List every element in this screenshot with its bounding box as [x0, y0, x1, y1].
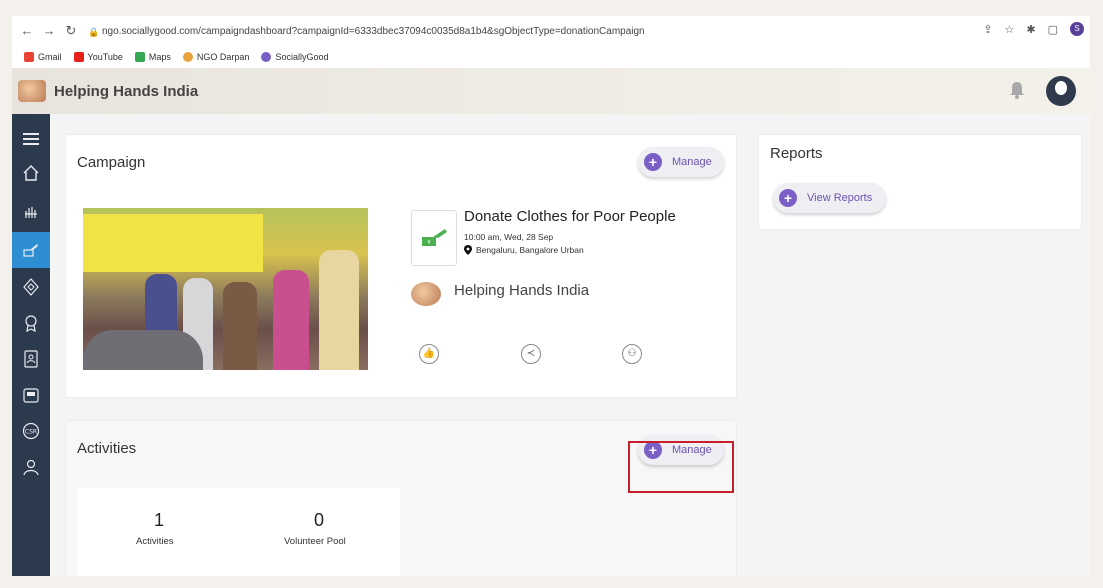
campaign-photo — [83, 208, 368, 370]
notification-bell-icon[interactable] — [1008, 80, 1026, 100]
app-header: Helping Hands India — [12, 68, 1090, 114]
manage-label: Manage — [672, 156, 712, 168]
csr-icon[interactable]: CSR — [12, 416, 50, 446]
volunteer-pool-count: 0 — [314, 510, 325, 530]
ngo-darpan-icon — [182, 52, 193, 62]
photo-person — [273, 270, 309, 370]
sidebar: CSR — [12, 114, 50, 576]
gmail-icon — [24, 52, 34, 62]
campaign-heading: Campaign — [77, 154, 146, 171]
browser-actions: ⇪ ☆ ✱ ▢ S — [983, 22, 1084, 36]
bookmark-youtube[interactable]: YouTube — [73, 52, 123, 62]
star-icon[interactable]: ☆ — [1005, 23, 1015, 36]
bookmark-ngo-darpan[interactable]: NGO Darpan — [182, 52, 250, 62]
plus-icon: + — [644, 153, 662, 171]
svg-text:CSR: CSR — [25, 429, 37, 436]
bookmark-label: NGO Darpan — [196, 52, 250, 62]
ngo-icon[interactable] — [12, 380, 50, 410]
lock-icon: 🔒 — [88, 27, 100, 37]
event-details: ₹ Donate Clothes for Poor People 10:00 a… — [411, 198, 721, 376]
forward-icon[interactable]: → — [42, 24, 56, 38]
svg-text:₹: ₹ — [427, 240, 430, 246]
location-pin-icon — [464, 245, 472, 255]
view-reports-label: View Reports — [807, 192, 873, 204]
bookmark-maps[interactable]: Maps — [134, 52, 171, 62]
donation-campaign-icon[interactable] — [12, 232, 50, 268]
bookmark-label: SociallyGood — [275, 52, 329, 62]
back-icon[interactable]: ← — [20, 24, 34, 38]
bookmark-label: YouTube — [87, 52, 123, 62]
award-icon[interactable] — [12, 308, 50, 338]
browser-window: ← → ↻ 🔒 ngo.sociallygood.com/campaigndas… — [12, 16, 1090, 576]
people-icon[interactable] — [12, 452, 50, 482]
bookmarks-bar: Gmail YouTube Maps NGO Darpan SociallyGo… — [12, 46, 1090, 68]
profile-avatar[interactable]: S — [1070, 22, 1084, 36]
ngo-logo — [18, 80, 46, 102]
reports-heading: Reports — [770, 145, 823, 162]
youtube-icon — [73, 52, 84, 62]
activities-stats: 1 Activities 0 Volunteer Pool — [78, 488, 400, 576]
plus-icon: + — [779, 189, 797, 207]
sidepanel-icon[interactable]: ▢ — [1048, 23, 1058, 36]
org-logo — [411, 282, 441, 306]
badge-icon[interactable] — [12, 272, 50, 302]
hands-icon[interactable] — [12, 196, 50, 226]
sociallygood-icon — [261, 52, 272, 62]
view-reports-button[interactable]: + View Reports — [773, 183, 887, 213]
bookmark-gmail[interactable]: Gmail — [24, 52, 62, 62]
url-field[interactable]: 🔒 ngo.sociallygood.com/campaigndashboard… — [88, 22, 948, 42]
donation-icon: ₹ — [422, 229, 447, 246]
campaign-card: Campaign + Manage ₹ Donate Clothes for P… — [65, 134, 737, 398]
photo-person — [319, 250, 359, 370]
like-icon[interactable]: 👍 — [419, 344, 439, 364]
volunteer-pool-label: Volunteer Pool — [284, 536, 346, 547]
menu-icon[interactable] — [12, 124, 50, 154]
activities-count-label: Activities — [136, 536, 174, 547]
event-location-text: Bengaluru, Bangalore Urban — [476, 245, 584, 255]
event-title: Donate Clothes for Poor People — [464, 208, 676, 225]
org-name[interactable]: Helping Hands India — [454, 282, 589, 299]
photo-person — [223, 282, 257, 370]
highlight-box — [628, 441, 734, 493]
activities-heading: Activities — [77, 440, 137, 457]
reload-icon[interactable]: ↻ — [64, 24, 78, 38]
home-icon[interactable] — [12, 158, 50, 188]
maps-icon — [134, 52, 145, 62]
address-bar: ← → ↻ 🔒 ngo.sociallygood.com/campaigndas… — [12, 16, 1090, 46]
event-location: Bengaluru, Bangalore Urban — [464, 245, 584, 255]
bookmark-label: Maps — [148, 52, 171, 62]
campaign-manage-button[interactable]: + Manage — [638, 147, 724, 177]
bookmark-sociallygood[interactable]: SociallyGood — [261, 52, 328, 62]
extensions-icon[interactable]: ✱ — [1026, 23, 1035, 36]
contacts-icon[interactable] — [12, 344, 50, 374]
share-icon[interactable]: ≺ — [521, 344, 541, 364]
add-user-icon[interactable]: ⚇ — [622, 344, 642, 364]
activities-count: 1 — [154, 510, 165, 530]
main-content: Campaign + Manage ₹ Donate Clothes for P… — [50, 114, 1090, 576]
photo-clothes-pile — [83, 330, 203, 370]
photo-banner — [83, 214, 263, 272]
share-icon[interactable]: ⇪ — [983, 23, 992, 36]
bookmark-label: Gmail — [38, 52, 62, 62]
reports-card: Reports + View Reports — [758, 134, 1082, 230]
event-time: 10:00 am, Wed, 28 Sep — [464, 232, 554, 242]
url-text: ngo.sociallygood.com/campaigndashboard?c… — [102, 26, 645, 37]
app-title: Helping Hands India — [54, 82, 199, 100]
user-avatar[interactable] — [1046, 76, 1076, 106]
event-image: ₹ — [411, 210, 457, 266]
